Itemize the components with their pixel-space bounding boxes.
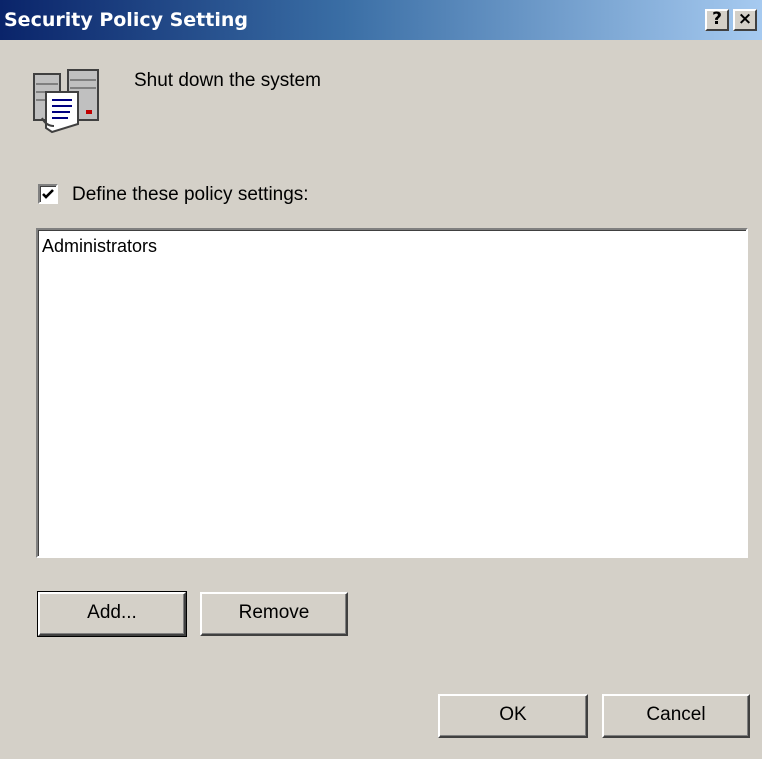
help-button[interactable]: ?: [705, 9, 729, 31]
list-item[interactable]: Administrators: [42, 236, 157, 257]
checkmark-icon: [42, 189, 54, 199]
ok-button[interactable]: OK: [438, 694, 588, 738]
cancel-button-label: Cancel: [646, 704, 706, 725]
add-button-label: Add...: [87, 602, 137, 623]
define-policy-label[interactable]: Define these policy settings:: [72, 184, 309, 206]
close-icon: ×: [737, 9, 753, 29]
cancel-button[interactable]: Cancel: [602, 694, 750, 738]
window-title: Security Policy Setting: [4, 9, 248, 31]
policy-name: Shut down the system: [134, 70, 321, 91]
help-icon: ?: [712, 9, 722, 29]
ok-button-label: OK: [499, 704, 527, 725]
add-button[interactable]: Add...: [37, 591, 187, 637]
policy-document-icon: [32, 66, 104, 134]
title-bar[interactable]: Security Policy Setting ? ×: [0, 0, 762, 40]
security-policy-dialog: Security Policy Setting ? × Shut down th…: [0, 0, 762, 759]
accounts-listbox[interactable]: Administrators: [36, 228, 748, 558]
remove-button-label: Remove: [238, 602, 310, 623]
close-button[interactable]: ×: [733, 9, 757, 31]
define-policy-checkbox[interactable]: [38, 184, 58, 204]
remove-button[interactable]: Remove: [200, 592, 348, 636]
